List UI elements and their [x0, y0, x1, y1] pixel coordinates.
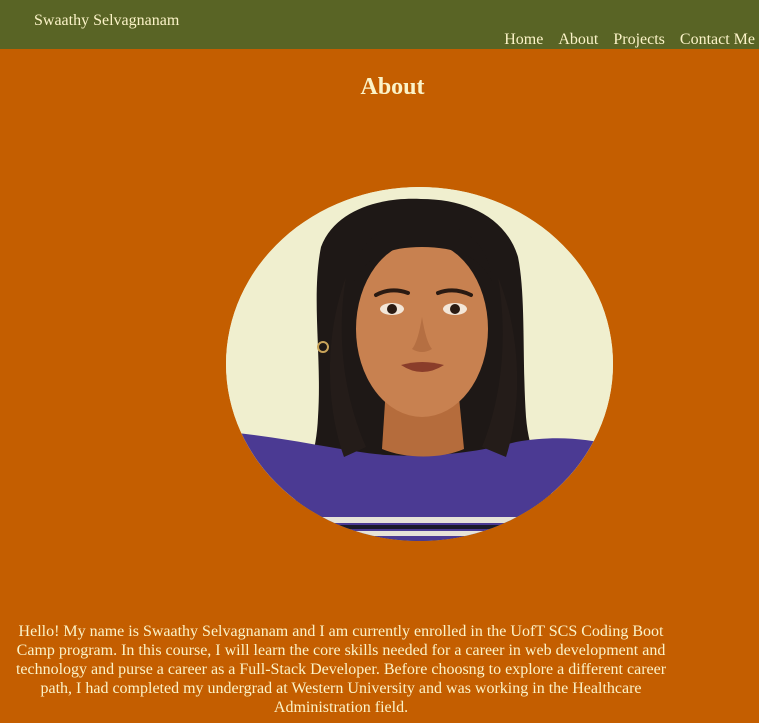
page-title: About: [360, 74, 425, 100]
nav-projects-link[interactable]: Projects: [613, 31, 665, 49]
profile-photo: [226, 187, 613, 541]
portrait-illustration: [226, 187, 613, 541]
main-nav: Home About Projects Contact Me: [504, 31, 755, 49]
site-brand[interactable]: Swaathy Selvagnanam: [34, 12, 179, 30]
nav-home-link[interactable]: Home: [504, 31, 543, 49]
about-bio: Hello! My name is Swaathy Selvagnanam an…: [15, 623, 667, 716]
nav-contact-link[interactable]: Contact Me: [680, 31, 755, 49]
nav-about-link[interactable]: About: [558, 31, 598, 49]
site-header: Swaathy Selvagnanam Home About Projects …: [0, 0, 759, 49]
